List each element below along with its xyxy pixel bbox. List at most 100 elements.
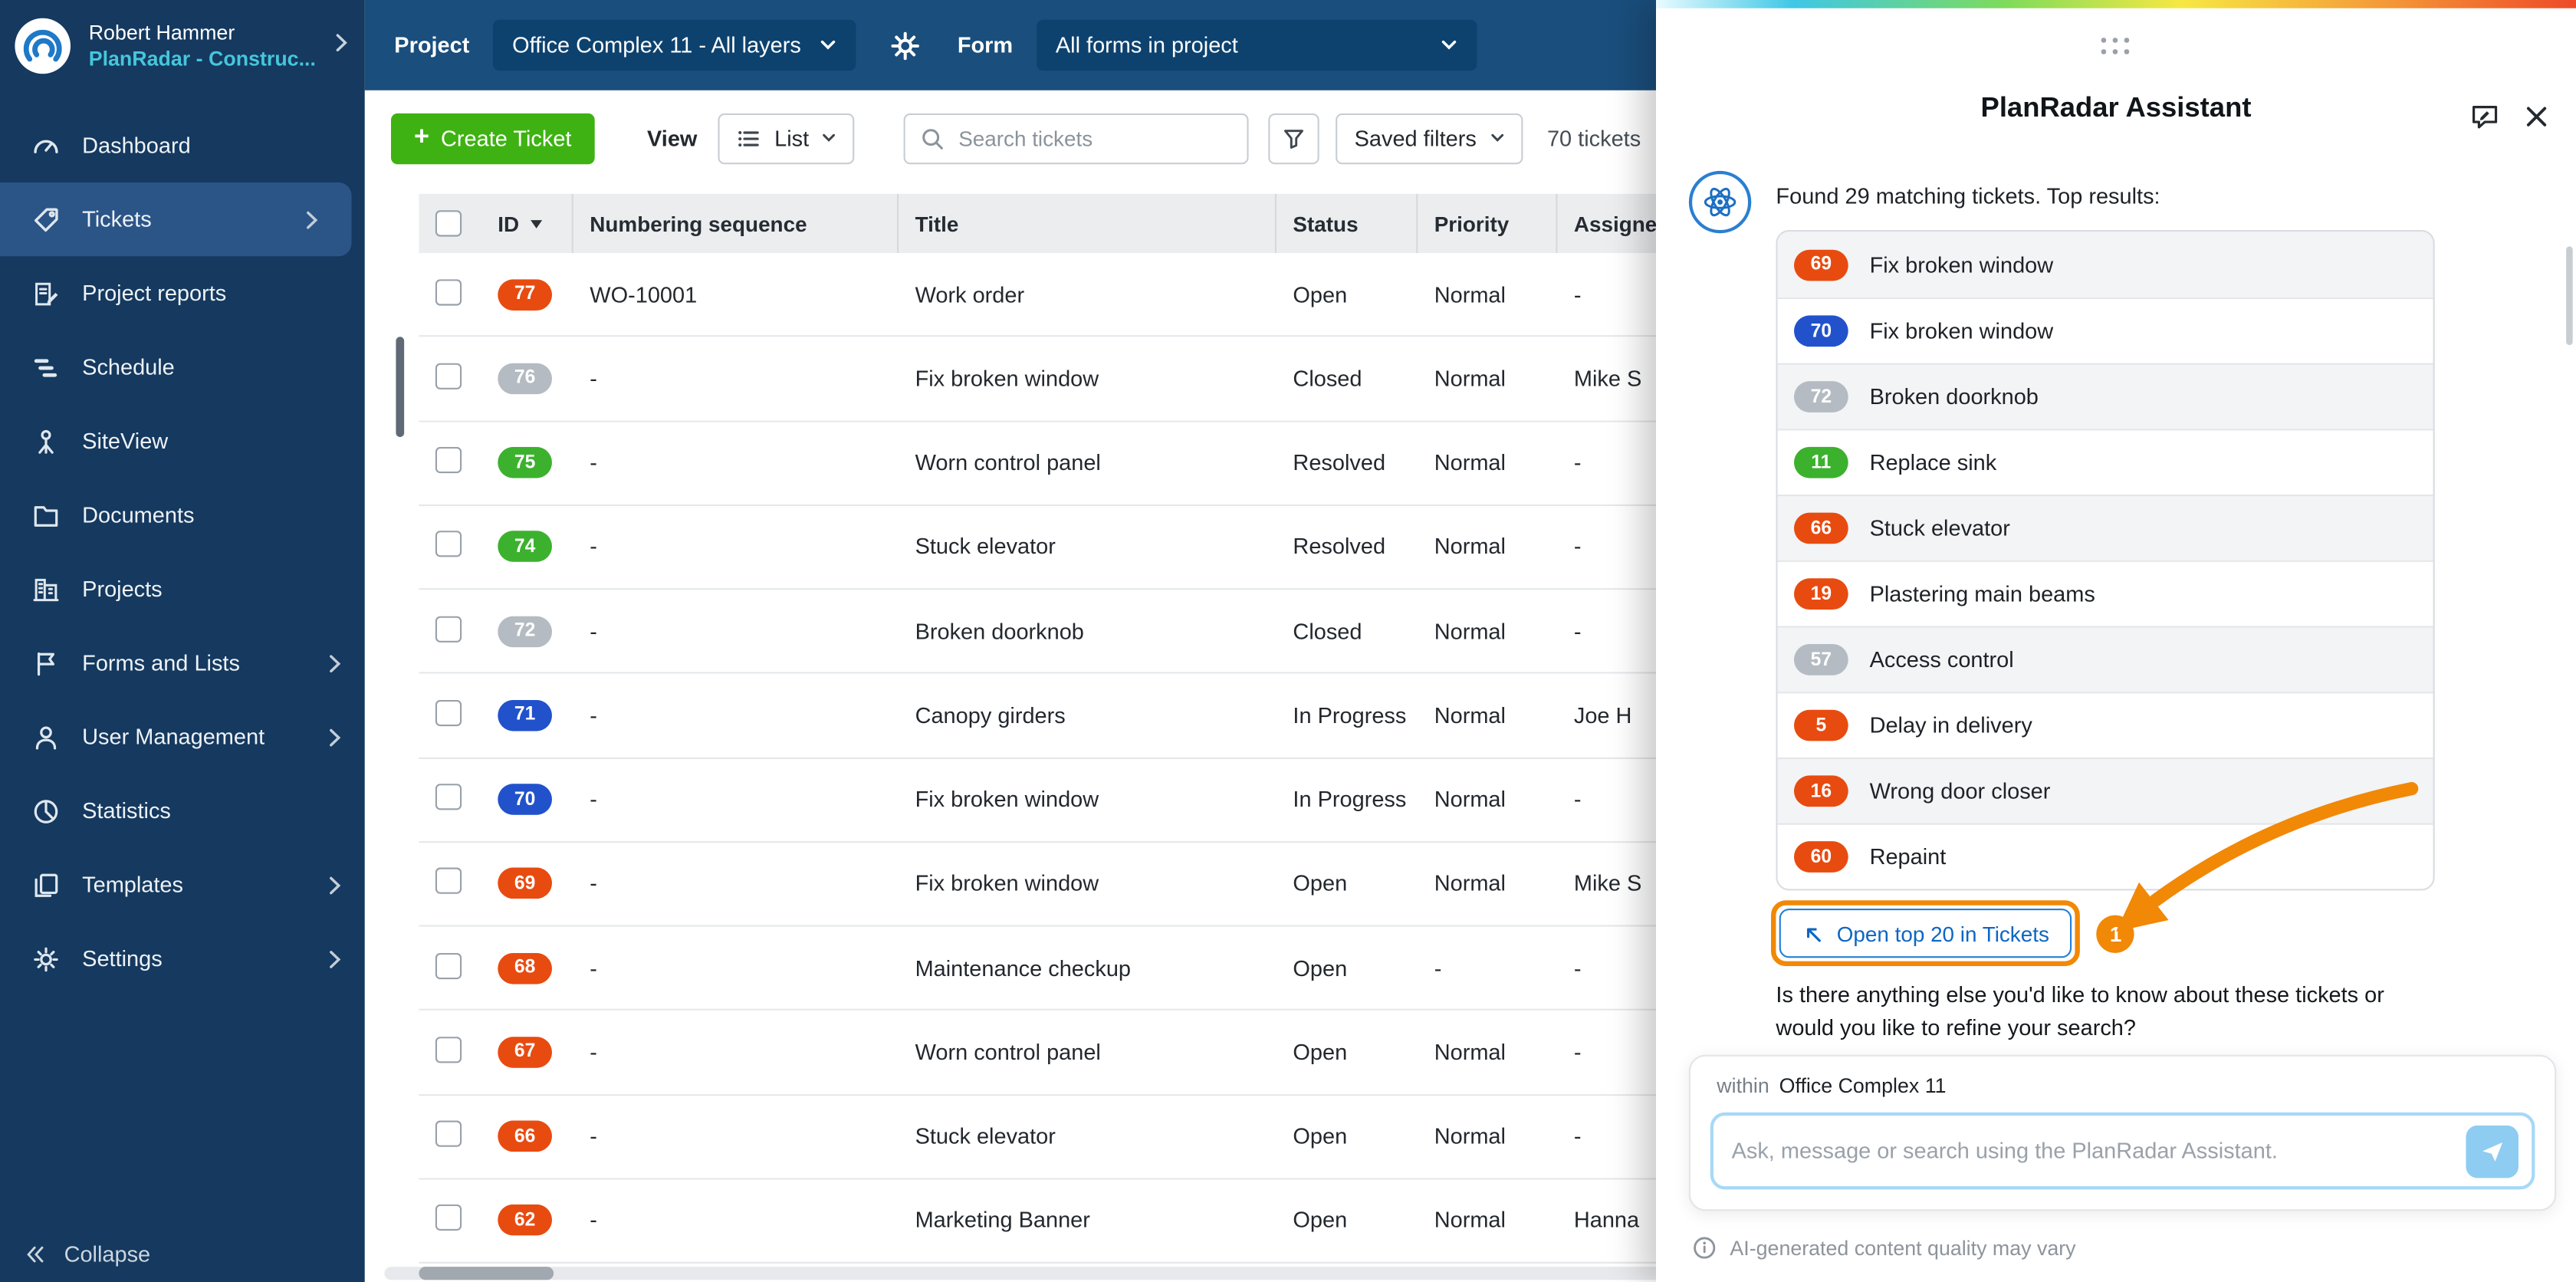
assistant-gradient-bar	[1656, 0, 2576, 8]
ticket-id-badge: 72	[1794, 381, 1848, 413]
sidebar-item-label: Dashboard	[82, 133, 191, 158]
sidebar-item-documents[interactable]: Documents	[0, 478, 365, 552]
assistant-result-row[interactable]: 60 Repaint	[1777, 823, 2433, 889]
row-checkbox[interactable]	[435, 784, 462, 810]
column-header-label: Numbering sequence	[590, 211, 807, 236]
select-all-checkbox[interactable]	[435, 210, 462, 237]
project-selector-value: Office Complex 11 - All layers	[512, 32, 801, 58]
annotation-step-number: 1	[2097, 914, 2135, 952]
cell-numbering: -	[590, 787, 597, 812]
sidebar-item-templates[interactable]: Templates	[0, 848, 365, 922]
saved-filters-dropdown[interactable]: Saved filters	[1336, 112, 1523, 164]
vertical-scrollbar-thumb[interactable]	[396, 337, 405, 437]
feedback-icon[interactable]	[2469, 102, 2501, 133]
row-checkbox[interactable]	[435, 1205, 462, 1231]
send-button[interactable]	[2466, 1124, 2518, 1178]
row-checkbox[interactable]	[435, 868, 462, 895]
column-header-status[interactable]: Status	[1276, 193, 1418, 253]
column-header-id[interactable]: ID	[481, 193, 573, 253]
row-checkbox[interactable]	[435, 447, 462, 474]
assistant-result-row[interactable]: 19 Plastering main beams	[1777, 560, 2433, 626]
close-icon[interactable]	[2522, 102, 2551, 132]
cell-status: Resolved	[1293, 450, 1386, 475]
column-header-priority[interactable]: Priority	[1418, 193, 1558, 253]
open-top-20-label: Open top 20 in Tickets	[1836, 921, 2049, 946]
sidebar-item-label: Schedule	[82, 354, 175, 380]
view-mode-dropdown[interactable]: List	[718, 112, 856, 164]
row-checkbox[interactable]	[435, 615, 462, 643]
ticket-id-badge: 19	[1794, 578, 1848, 610]
sidebar-item-statistics[interactable]: Statistics	[0, 774, 365, 847]
sidebar-item-user-management[interactable]: User Management	[0, 700, 365, 774]
form-selector[interactable]: All forms in project	[1036, 19, 1477, 71]
workspace-switcher[interactable]: Robert Hammer PlanRadar - Construc...	[0, 0, 365, 92]
assistant-result-row[interactable]: 66 Stuck elevator	[1777, 495, 2433, 560]
sidebar-item-forms-and-lists[interactable]: Forms and Lists	[0, 626, 365, 699]
chevron-right-icon	[329, 949, 342, 969]
sidebar-item-dashboard[interactable]: Dashboard	[0, 108, 365, 182]
form-label: Form	[957, 32, 1014, 58]
assistant-result-row[interactable]: 16 Wrong door closer	[1777, 757, 2433, 823]
open-top-20-button[interactable]: Open top 20 in Tickets	[1779, 909, 2072, 958]
assistant-result-row[interactable]: 57 Access control	[1777, 626, 2433, 692]
cell-numbering: -	[590, 1123, 597, 1149]
ticket-id-badge: 76	[498, 363, 552, 395]
row-checkbox[interactable]	[435, 363, 462, 390]
column-header-title[interactable]: Title	[899, 193, 1276, 253]
collapse-sidebar-button[interactable]: Collapse	[23, 1242, 150, 1267]
chevron-right-icon	[329, 727, 342, 747]
scope-value[interactable]: Office Complex 11	[1779, 1074, 1947, 1097]
create-ticket-button[interactable]: + Create Ticket	[390, 112, 595, 164]
assistant-scrollbar-thumb[interactable]	[2566, 246, 2573, 345]
project-selector[interactable]: Office Complex 11 - All layers	[492, 19, 856, 71]
sidebar-item-tickets[interactable]: Tickets	[0, 182, 352, 257]
horizontal-scrollbar-thumb[interactable]	[419, 1267, 554, 1280]
cell-title: Stuck elevator	[915, 1123, 1056, 1149]
sidebar-item-label: Tickets	[82, 207, 152, 232]
row-checkbox[interactable]	[435, 1036, 462, 1063]
scope-label: within	[1717, 1074, 1769, 1098]
assistant-followup-text: Is there anything else you'd like to kno…	[1776, 982, 2384, 1040]
assistant-result-row[interactable]: 11 Replace sink	[1777, 429, 2433, 495]
column-header-label: Status	[1293, 211, 1359, 236]
search-tickets-box	[904, 112, 1250, 164]
cell-numbering: -	[590, 1040, 597, 1065]
cell-priority: Normal	[1434, 619, 1506, 644]
project-settings-gear-icon[interactable]	[889, 29, 922, 62]
assistant-disclaimer-row: AI-generated content quality may vary	[1692, 1235, 2076, 1260]
cell-priority: Normal	[1434, 534, 1506, 560]
view-label: View	[647, 125, 698, 151]
row-checkbox[interactable]	[435, 278, 462, 305]
ticket-id-badge: 16	[1794, 775, 1848, 807]
row-checkbox[interactable]	[435, 952, 462, 979]
result-title: Wrong door closer	[1869, 778, 2051, 804]
assistant-results-list: 69 Fix broken window 70 Fix broken windo…	[1776, 230, 2435, 891]
open-top-20-row: Open top 20 in Tickets 1	[1771, 900, 2135, 966]
row-checkbox[interactable]	[435, 699, 462, 726]
sidebar-item-label: Templates	[82, 872, 183, 897]
assistant-result-row[interactable]: 72 Broken doorknob	[1777, 363, 2433, 429]
cell-status: Closed	[1293, 366, 1362, 391]
column-header-numbering[interactable]: Numbering sequence	[573, 193, 899, 253]
filter-button[interactable]	[1269, 112, 1320, 164]
row-checkbox[interactable]	[435, 1120, 462, 1147]
sidebar-item-schedule[interactable]: Schedule	[0, 330, 365, 404]
cell-title: Marketing Banner	[915, 1208, 1090, 1233]
assistant-result-row[interactable]: 70 Fix broken window	[1777, 297, 2433, 363]
drag-handle[interactable]	[2101, 38, 2131, 56]
assistant-result-row[interactable]: 5 Delay in delivery	[1777, 692, 2433, 758]
sidebar-item-settings[interactable]: Settings	[0, 922, 365, 995]
user-name: Robert Hammer	[88, 21, 235, 44]
sidebar-item-project-reports[interactable]: Project reports	[0, 256, 365, 330]
cell-priority: Normal	[1434, 1040, 1506, 1065]
assistant-input[interactable]	[1731, 1139, 2466, 1164]
assistant-result-row[interactable]: 69 Fix broken window	[1777, 232, 2433, 297]
ticket-id-badge: 66	[498, 1120, 552, 1152]
cell-numbering: -	[590, 955, 597, 981]
row-checkbox[interactable]	[435, 531, 462, 558]
templates-icon	[31, 870, 61, 900]
ticket-id-badge: 62	[498, 1205, 552, 1237]
sidebar-item-projects[interactable]: Projects	[0, 552, 365, 626]
search-tickets-input[interactable]	[958, 125, 1248, 151]
sidebar-item-siteview[interactable]: SiteView	[0, 404, 365, 478]
